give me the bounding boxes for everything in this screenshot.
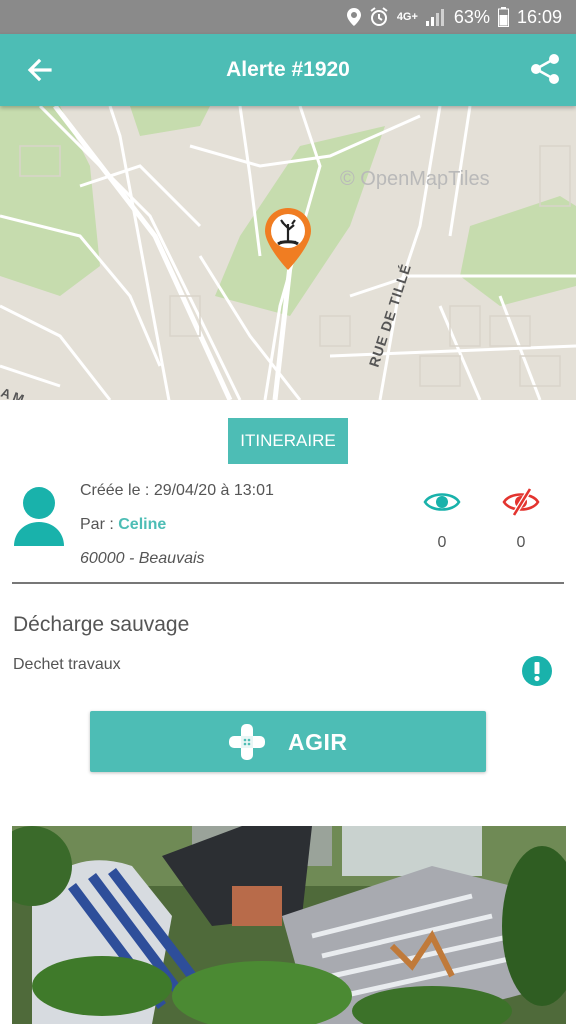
act-button-label: AGIR: [288, 729, 348, 755]
share-icon: [531, 54, 559, 84]
status-icons: 4G+ 63% 16:09: [346, 0, 562, 34]
alert-subcategory: Dechet travaux: [13, 656, 121, 673]
network-type: 4G+: [396, 11, 418, 23]
alarm-icon: [370, 7, 388, 26]
itinerary-button[interactable]: ITINERAIRE: [228, 418, 348, 464]
hidden-count: 0: [516, 534, 526, 551]
signal-icon: [425, 9, 444, 26]
page-title: Alerte #1920: [226, 58, 350, 81]
share-button[interactable]: [528, 52, 562, 86]
app-bar: Alerte #1920: [0, 34, 576, 106]
author-line: Par : Celine: [80, 516, 166, 534]
divider: [12, 582, 564, 584]
author-name[interactable]: Celine: [118, 516, 166, 533]
battery-percent: 63%: [453, 6, 490, 27]
act-button[interactable]: AGIR: [90, 711, 486, 772]
map-attribution: © OpenMapTiles: [340, 168, 490, 190]
battery-icon: [497, 7, 509, 27]
warning-icon[interactable]: [522, 656, 552, 686]
user-avatar-icon: [14, 487, 64, 546]
map-view[interactable]: RUE DE TILLÉ A M © OpenMapTiles: [0, 106, 576, 400]
created-date: Créée le : 29/04/20 à 13:01: [80, 482, 274, 499]
alert-category: Décharge sauvage: [13, 613, 190, 636]
bandage-icon: [229, 724, 265, 760]
status-time: 16:09: [516, 6, 562, 27]
author-prefix: Par :: [80, 516, 119, 533]
status-bar: 4G+ 63% 16:09: [0, 0, 576, 34]
alert-location: 60000 - Beauvais: [80, 550, 205, 567]
location-icon: [346, 8, 361, 26]
views-count: 0: [437, 534, 447, 551]
alert-photo[interactable]: [12, 826, 566, 1024]
alert-photo-image: [12, 826, 566, 1024]
eye-icon[interactable]: [423, 488, 461, 516]
eye-off-icon[interactable]: [502, 488, 540, 516]
map-pin-icon[interactable]: [262, 206, 314, 272]
